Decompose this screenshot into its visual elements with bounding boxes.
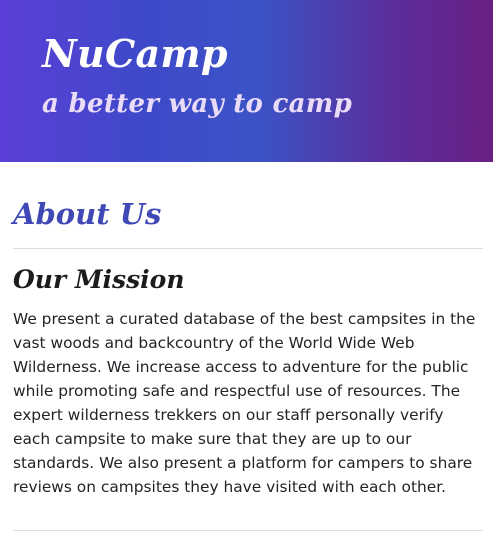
- title-divider: [13, 248, 483, 249]
- mission-paragraph: We present a curated database of the bes…: [13, 310, 476, 496]
- page-title: About Us: [13, 197, 162, 231]
- mission-heading: Our Mission: [13, 265, 185, 294]
- brand-title: NuCamp: [42, 31, 228, 76]
- section-divider: [13, 530, 483, 531]
- site-header: NuCamp a better way to camp: [0, 0, 493, 162]
- brand-tagline: a better way to camp: [42, 89, 353, 119]
